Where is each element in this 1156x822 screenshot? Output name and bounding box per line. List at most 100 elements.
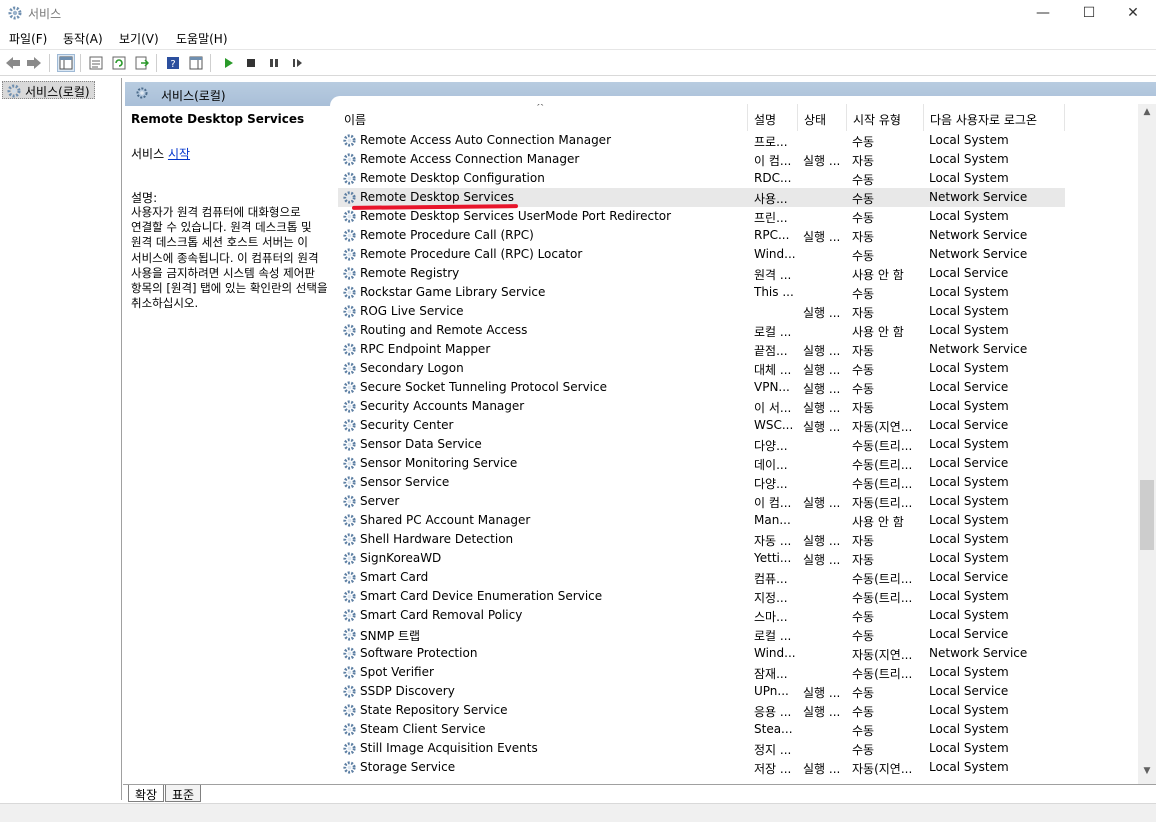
service-row[interactable]: Storage Service 저장 ... 실행 ... 자동(지연... Local…: [338, 758, 1065, 777]
service-row[interactable]: Remote Access Auto Connection Manager 프로.…: [338, 131, 1065, 150]
scroll-up-arrow-icon[interactable]: ▲: [1138, 107, 1156, 124]
console-tree: 서비스(로컬): [0, 78, 122, 800]
service-name: Remote Desktop Configuration: [360, 171, 545, 185]
service-startup-type: 자동(트리...: [852, 496, 913, 510]
forward-button[interactable]: [25, 54, 43, 72]
column-header-startup-type[interactable]: 시작 유형: [847, 104, 924, 131]
help-icon: ?: [167, 57, 179, 70]
service-log-on-as: Local System: [929, 741, 1009, 755]
tree-node-label: 서비스(로컬): [25, 85, 90, 99]
status-bar: [0, 803, 1156, 822]
scroll-down-arrow-icon[interactable]: ▼: [1138, 766, 1156, 783]
properties-button[interactable]: [87, 54, 105, 72]
tab-extended[interactable]: 확장: [128, 785, 165, 802]
start-service-button[interactable]: [219, 54, 237, 72]
service-description: 대체 ...: [754, 363, 792, 377]
service-log-on-as: Local System: [929, 475, 1009, 489]
service-row[interactable]: State Repository Service 응용 ... 실행 ... 수동 Lo…: [338, 701, 1065, 720]
column-header-log-on-as[interactable]: 다음 사용자로 로그온: [924, 104, 1065, 131]
service-log-on-as: Local System: [929, 171, 1009, 185]
service-gear-icon: [343, 134, 356, 147]
menu-help[interactable]: 도움말(H): [176, 30, 228, 47]
service-gear-icon: [343, 381, 356, 394]
service-row[interactable]: Remote Registry 원격 ... 사용 안 함 Local Service: [338, 264, 1065, 283]
service-row[interactable]: Security Center WSC... 실행 ... 자동(지연... Local…: [338, 416, 1065, 435]
menu-action[interactable]: 동작(A): [63, 30, 103, 47]
service-startup-type: 수동(트리...: [852, 458, 913, 472]
start-service-link[interactable]: 시작: [168, 147, 190, 161]
column-header-description[interactable]: 설명: [748, 104, 798, 131]
service-description: 잠재...: [754, 667, 788, 681]
service-row[interactable]: Remote Desktop Configuration RDC... 수동 Loca…: [338, 169, 1065, 188]
service-row[interactable]: SSDP Discovery UPn... 실행 ... 수동 Local Servic…: [338, 682, 1065, 701]
service-log-on-as: Network Service: [929, 228, 1028, 242]
service-row[interactable]: Remote Access Connection Manager 이 컴... 실행…: [338, 150, 1065, 169]
back-button[interactable]: [4, 54, 22, 72]
pause-service-button[interactable]: [265, 54, 283, 72]
service-row[interactable]: Still Image Acquisition Events 정지 ... 수동 Lo…: [338, 739, 1065, 758]
menu-view[interactable]: 보기(V): [119, 30, 159, 47]
toolbar-separator: [156, 54, 157, 72]
resume-service-button[interactable]: [288, 54, 306, 72]
service-row[interactable]: Smart Card Removal Policy 스마... 수동 Local Sy…: [338, 606, 1065, 625]
service-name: Smart Card: [360, 570, 429, 584]
service-row[interactable]: Smart Card Device Enumeration Service 지정.…: [338, 587, 1065, 606]
column-header-name[interactable]: 이름 ^: [338, 104, 748, 131]
column-start-label: 시작 유형: [853, 113, 901, 127]
service-row[interactable]: RPC Endpoint Mapper 끝점... 실행 ... 자동 Network …: [338, 340, 1065, 359]
tab-standard[interactable]: 표준: [165, 785, 202, 802]
service-name: State Repository Service: [360, 703, 508, 717]
service-row[interactable]: Secure Socket Tunneling Protocol Service…: [338, 378, 1065, 397]
service-status: 실행 ...: [803, 705, 841, 719]
service-row[interactable]: Remote Procedure Call (RPC) RPC... 실행 ... 자…: [338, 226, 1065, 245]
refresh-button[interactable]: [110, 54, 128, 72]
help-button[interactable]: ?: [164, 54, 182, 72]
menu-file[interactable]: 파일(F): [9, 30, 47, 47]
service-row[interactable]: Spot Verifier 잠재... 수동(트리... Local System: [338, 663, 1065, 682]
service-log-on-as: Local System: [929, 703, 1009, 717]
show-action-pane-button[interactable]: [187, 54, 205, 72]
vertical-scrollbar[interactable]: ▲ ▼: [1138, 104, 1156, 784]
service-row[interactable]: Remote Procedure Call (RPC) Locator Wind.…: [338, 245, 1065, 264]
stop-service-button[interactable]: [242, 54, 260, 72]
service-row[interactable]: Sensor Service 다양... 수동(트리... Local System: [338, 473, 1065, 492]
service-row[interactable]: Sensor Data Service 다양... 수동(트리... Local Sy…: [338, 435, 1065, 454]
tab-extended-label: 확장: [135, 788, 158, 802]
column-header-status[interactable]: 상태: [798, 104, 847, 131]
minimize-button[interactable]: —: [1020, 0, 1066, 26]
scrollbar-thumb[interactable]: [1140, 480, 1154, 550]
service-row[interactable]: ROG Live Service 실행 ... 자동 Local System: [338, 302, 1065, 321]
service-startup-type: 수동: [852, 686, 875, 700]
service-gear-icon: [343, 400, 356, 413]
service-row[interactable]: SNMP 트랩 로컬 ... 수동 Local Service: [338, 625, 1065, 644]
service-row[interactable]: Smart Card 컴퓨... 수동(트리... Local Service: [338, 568, 1065, 587]
service-row[interactable]: Shell Hardware Detection 자동 ... 실행 ... 자동 Lo…: [338, 530, 1065, 549]
service-name: Still Image Acquisition Events: [360, 741, 538, 755]
maximize-button[interactable]: ☐: [1066, 0, 1112, 26]
service-startup-type: 자동(지연...: [852, 762, 913, 776]
service-startup-type: 자동(지연...: [852, 648, 913, 662]
service-name: Steam Client Service: [360, 722, 486, 736]
service-row[interactable]: Software Protection Wind... 자동(지연... Networ…: [338, 644, 1065, 663]
close-button[interactable]: ✕: [1110, 0, 1156, 26]
service-row[interactable]: Rockstar Game Library Service This ... 수동 L…: [338, 283, 1065, 302]
play-icon: [225, 58, 233, 68]
service-row[interactable]: Routing and Remote Access 로컬 ... 사용 안 함 Loc…: [338, 321, 1065, 340]
show-hide-console-tree-button[interactable]: [57, 54, 75, 72]
service-row[interactable]: Steam Client Service Stea... 수동 Local Syste…: [338, 720, 1065, 739]
service-gear-icon: [343, 229, 356, 242]
service-row[interactable]: Remote Desktop Services UserMode Port Re…: [338, 207, 1065, 226]
service-name: Remote Access Connection Manager: [360, 152, 580, 166]
service-row[interactable]: Secondary Logon 대체 ... 실행 ... 수동 Local Syste…: [338, 359, 1065, 378]
service-row[interactable]: Shared PC Account Manager Man... 사용 안 함 Loc…: [338, 511, 1065, 530]
export-list-button[interactable]: [133, 54, 151, 72]
service-row[interactable]: Sensor Monitoring Service 데이... 수동(트리... Lo…: [338, 454, 1065, 473]
tree-node-services-local[interactable]: 서비스(로컬): [2, 81, 95, 99]
service-gear-icon: [343, 685, 356, 698]
service-gear-icon: [343, 343, 356, 356]
service-description: 스마...: [754, 610, 788, 624]
service-row[interactable]: Server 이 컴... 실행 ... 자동(트리... Local System: [338, 492, 1065, 511]
service-row[interactable]: Security Accounts Manager 이 서... 실행 ... 자동 L…: [338, 397, 1065, 416]
service-row[interactable]: SignKoreaWD Yetti... 실행 ... 자동 Local System: [338, 549, 1065, 568]
service-log-on-as: Local System: [929, 133, 1009, 147]
